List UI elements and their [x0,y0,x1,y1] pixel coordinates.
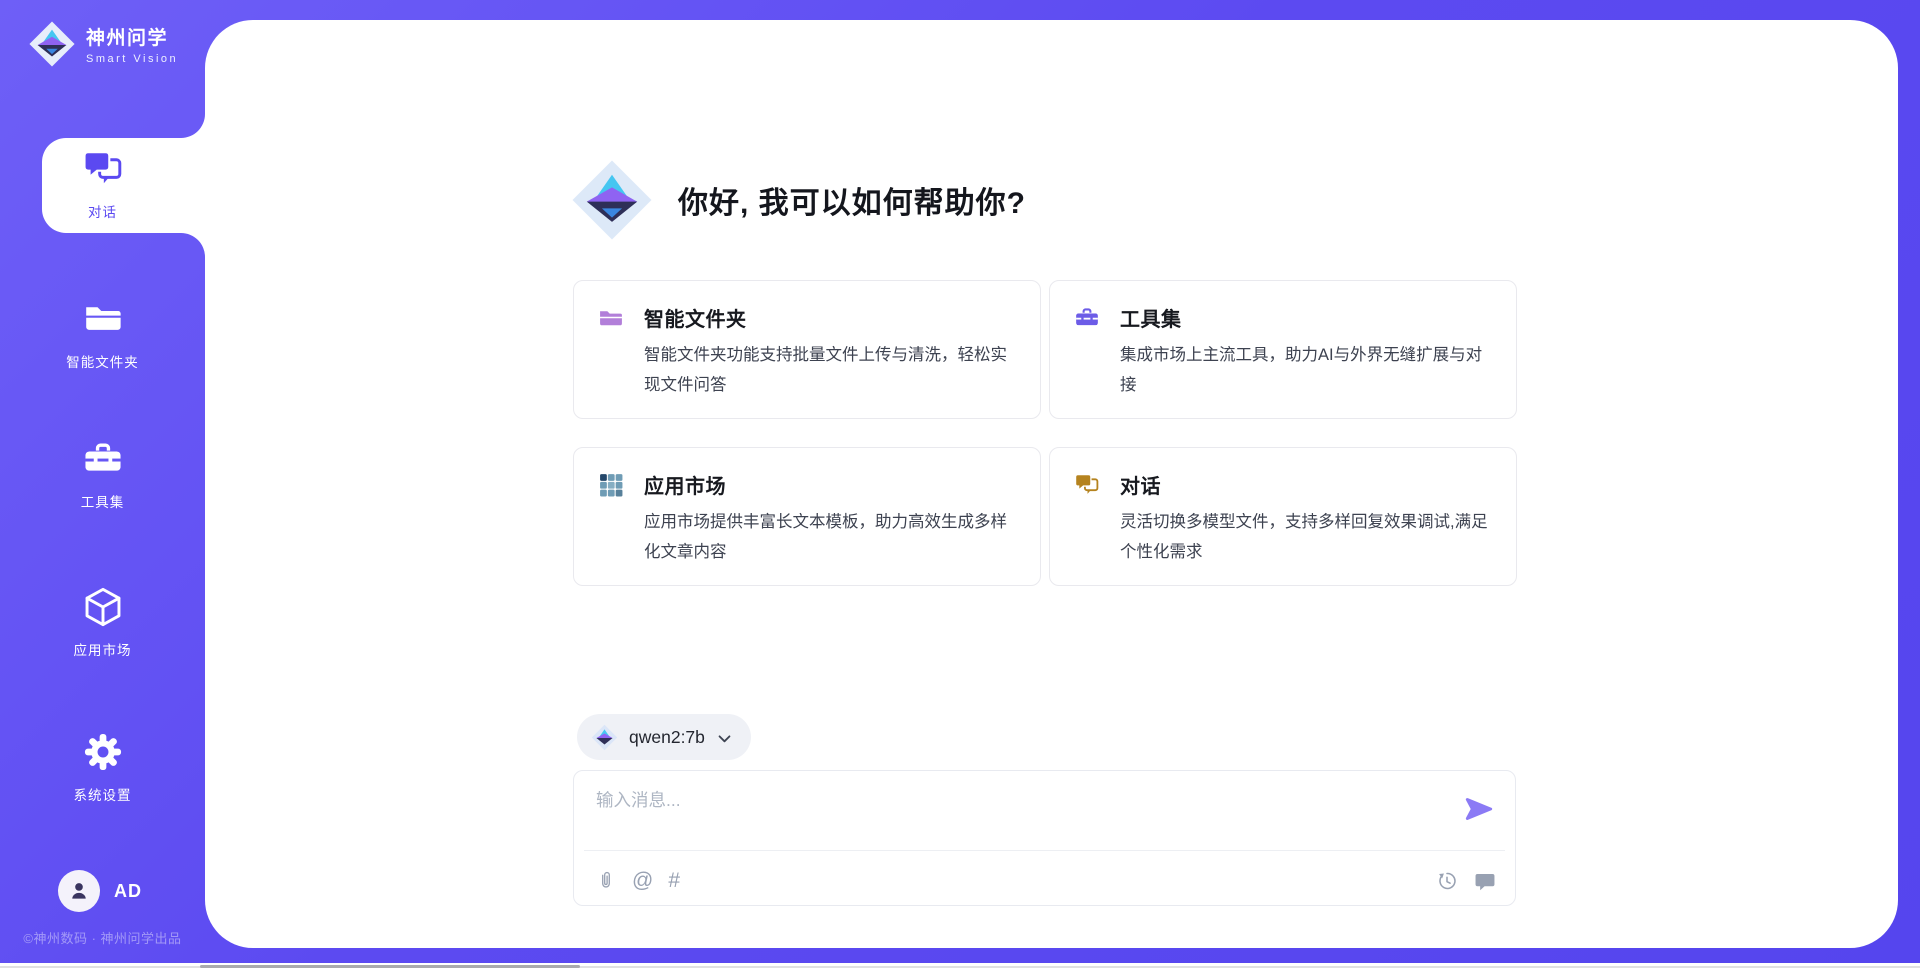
composer-right-tools [1436,870,1496,892]
gear-icon [82,731,124,773]
card-chat[interactable]: 对话 灵活切换多模型文件，支持多样回复效果调试,满足个性化需求 [1049,447,1517,586]
folder-icon [82,298,124,340]
composer-divider [584,850,1505,851]
sidebar-item-settings[interactable]: 系统设置 [0,731,205,804]
toolbox-icon [1074,305,1100,331]
model-name: qwen2:7b [629,727,705,748]
user-name: AD [114,881,142,902]
chat-record-icon[interactable] [1474,870,1496,892]
card-app-market[interactable]: 应用市场 应用市场提供丰富长文本模板，助力高效生成多样化文章内容 [573,447,1041,586]
person-icon [67,879,91,903]
send-icon[interactable] [1465,795,1493,823]
card-title: 工具集 [1120,303,1182,332]
message-input[interactable] [596,787,1446,843]
copyright-text: ©神州数码 · 神州问学出品 [0,928,205,947]
card-toolset[interactable]: 工具集 集成市场上主流工具，助力AI与外界无缝扩展与对接 [1049,280,1517,419]
sidebar-item-label: 对话 [0,201,205,221]
card-title: 对话 [1120,470,1161,499]
avatar [58,870,100,912]
sidebar-item-app-market[interactable]: 应用市场 [0,586,205,659]
mention-icon[interactable]: @ [632,870,653,892]
sidebar-item-label: 系统设置 [0,784,205,804]
card-description: 集成市场上主流工具，助力AI与外界无缝扩展与对接 [1120,340,1492,400]
sidebar-item-toolset[interactable]: 工具集 [0,438,205,511]
history-icon[interactable] [1436,870,1458,892]
toolbox-icon [82,438,124,480]
card-description: 智能文件夹功能支持批量文件上传与清洗，轻松实现文件问答 [644,340,1016,400]
brand: 神州问学 Smart Vision [28,20,178,68]
sidebar: 神州问学 Smart Vision 对话 智能文件夹 工具集 [0,0,205,970]
greeting: 你好, 我可以如何帮助你? [570,158,1026,242]
model-selector[interactable]: qwen2:7b [577,714,751,760]
user-profile[interactable]: AD [58,870,142,912]
brand-diamond-icon [28,20,76,68]
card-title: 应用市场 [644,470,726,499]
attachment-icon[interactable] [595,870,617,892]
feature-cards: 智能文件夹 智能文件夹功能支持批量文件上传与清洗，轻松实现文件问答 工具集 集成… [573,280,1521,586]
card-description: 应用市场提供丰富长文本模板，助力高效生成多样化文章内容 [644,507,1016,567]
sidebar-item-smart-folder[interactable]: 智能文件夹 [0,298,205,371]
scrollbar-thumb[interactable] [200,965,580,968]
sidebar-item-label: 应用市场 [0,639,205,659]
folder-icon [598,305,624,331]
sidebar-item-label: 智能文件夹 [0,351,205,371]
composer-left-tools: @ # [595,870,680,892]
message-composer: @ # [573,770,1516,906]
brand-subtitle: Smart Vision [86,53,178,65]
hashtag-icon[interactable]: # [668,870,680,892]
chat-bubbles-icon [82,148,124,190]
card-smart-folder[interactable]: 智能文件夹 智能文件夹功能支持批量文件上传与清洗，轻松实现文件问答 [573,280,1041,419]
card-title: 智能文件夹 [644,303,747,332]
card-description: 灵活切换多模型文件，支持多样回复效果调试,满足个性化需求 [1120,507,1492,567]
cube-icon [82,586,124,628]
apps-grid-icon [598,472,624,498]
brand-title: 神州问学 [86,23,178,50]
chat-bubbles-icon [1074,472,1100,498]
greeting-text: 你好, 我可以如何帮助你? [678,178,1026,222]
brand-diamond-icon [591,724,618,751]
brand-diamond-icon [570,158,654,242]
window-bottom-edge [0,963,1920,970]
sidebar-item-label: 工具集 [0,491,205,511]
chevron-down-icon [716,730,733,747]
sidebar-item-chat[interactable]: 对话 [0,148,205,221]
